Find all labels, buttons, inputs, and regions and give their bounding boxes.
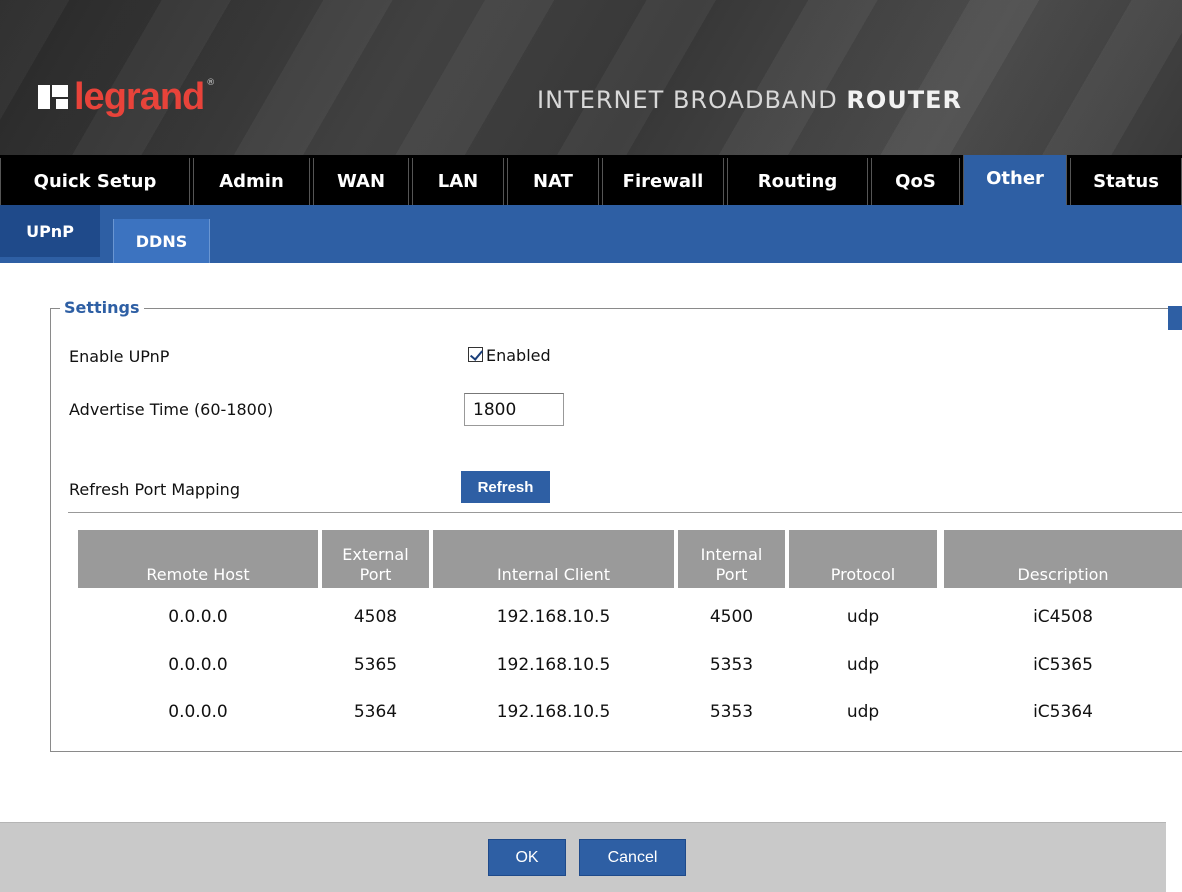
cell-remote-host: 0.0.0.0	[168, 702, 228, 722]
col-header-external-port-line2: Port	[359, 565, 392, 584]
tab-wan[interactable]: WAN	[313, 158, 409, 205]
cell-external-port: 5364	[353, 702, 398, 722]
settings-legend: Settings	[60, 297, 144, 319]
cell-internal-port: 5353	[709, 655, 754, 675]
section-divider	[68, 512, 1182, 513]
legrand-logo: legrand ®	[38, 77, 215, 117]
cell-remote-host: 0.0.0.0	[168, 655, 228, 675]
col-header-internal-client-text: Internal Client	[496, 565, 611, 584]
tab-routing[interactable]: Routing	[727, 158, 868, 205]
cell-internal-client: 192.168.10.5	[496, 607, 611, 627]
refresh-port-mapping-label: Refresh Port Mapping	[69, 480, 240, 499]
col-header-protocol: Protocol	[789, 530, 937, 588]
panel-corner-marker	[1168, 306, 1182, 330]
cell-protocol: udp	[846, 607, 880, 627]
tab-nat[interactable]: NAT	[507, 158, 599, 205]
tab-admin[interactable]: Admin	[193, 158, 310, 205]
tab-firewall[interactable]: Firewall	[602, 158, 724, 205]
col-header-remote-host-text: Remote Host	[146, 565, 250, 584]
tab-lan[interactable]: LAN	[412, 158, 504, 205]
col-header-internal-port-text: Internal Port	[701, 545, 763, 585]
cell-description: iC5364	[1033, 702, 1093, 722]
tab-status[interactable]: Status	[1070, 158, 1182, 205]
col-header-internal-port: Internal Port	[678, 530, 785, 588]
header-banner: legrand ® INTERNET BROADBAND ROUTER	[0, 0, 1182, 155]
refresh-button[interactable]: Refresh	[461, 471, 550, 503]
advertise-time-label: Advertise Time (60-1800)	[69, 400, 274, 419]
subtab-ddns[interactable]: DDNS	[113, 219, 210, 263]
cell-description: iC4508	[1033, 607, 1093, 627]
cell-internal-port: 5353	[709, 702, 754, 722]
advertise-time-input[interactable]	[464, 393, 564, 426]
cell-external-port: 5365	[353, 655, 398, 675]
sub-tab-bar: UPnP DDNS	[0, 205, 1182, 263]
router-title-light: INTERNET BROADBAND	[537, 86, 847, 114]
col-header-internal-port-line2: Port	[715, 565, 748, 584]
cell-remote-host: 0.0.0.0	[168, 607, 228, 627]
tab-quick-setup[interactable]: Quick Setup	[0, 158, 190, 205]
legrand-logo-mark	[38, 83, 68, 111]
col-header-internal-port-line1: Internal	[700, 545, 763, 564]
cell-protocol: udp	[846, 702, 880, 722]
cell-protocol: udp	[846, 655, 880, 675]
col-header-description: Description	[944, 530, 1182, 588]
col-header-remote-host: Remote Host	[78, 530, 318, 588]
cell-description: iC5365	[1033, 655, 1093, 675]
router-title-bold: ROUTER	[846, 86, 963, 114]
subtab-upnp[interactable]: UPnP	[0, 205, 100, 257]
tab-qos[interactable]: QoS	[871, 158, 960, 205]
col-header-external-port: External Port	[322, 530, 429, 588]
cell-internal-client: 192.168.10.5	[496, 702, 611, 722]
col-header-internal-client: Internal Client	[433, 530, 674, 588]
tab-other[interactable]: Other	[963, 155, 1067, 205]
ok-button[interactable]: OK	[488, 839, 566, 876]
cell-internal-port: 4500	[709, 607, 754, 627]
enable-upnp-label: Enable UPnP	[69, 347, 170, 366]
col-header-description-text: Description	[1017, 565, 1109, 584]
registered-mark: ®	[206, 78, 216, 88]
cancel-button[interactable]: Cancel	[579, 839, 686, 876]
enable-upnp-checkbox[interactable]	[468, 347, 483, 362]
logo-text: legrand	[74, 76, 205, 118]
col-header-external-port-text: External Port	[342, 545, 408, 585]
col-header-protocol-text: Protocol	[830, 565, 896, 584]
cell-internal-client: 192.168.10.5	[496, 655, 611, 675]
col-header-external-port-line1: External	[342, 545, 409, 564]
cell-external-port: 4508	[353, 607, 398, 627]
enabled-checkbox-label[interactable]: Enabled	[486, 345, 551, 367]
main-tab-bar: Quick Setup Admin WAN LAN NAT Firewall R…	[0, 155, 1182, 205]
router-title: INTERNET BROADBAND ROUTER	[537, 85, 962, 115]
